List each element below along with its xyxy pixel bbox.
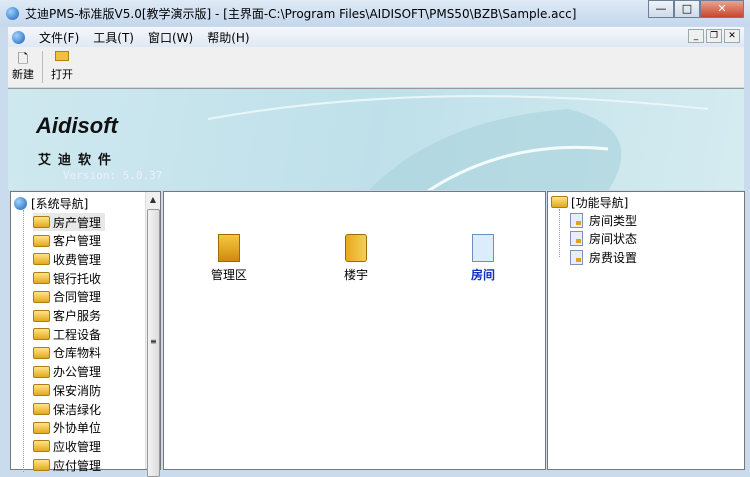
new-label: 新建 [12,68,34,81]
folder-icon [33,234,50,247]
folder-icon [33,459,50,472]
menu-window[interactable]: 窗口(W) [148,29,193,46]
building-icon [345,234,367,262]
document-icon [570,231,583,246]
window-title: 艾迪PMS-标准版V5.0[教学演示版] - [主界面-C:\Program F… [25,6,577,21]
mdi-minimize-button[interactable]: _ [688,29,704,43]
folder-icon [33,403,50,415]
tree-item-label: 保安消防 [53,383,102,398]
folder-icon [33,328,50,341]
room-icon-button[interactable]: 房间 [448,234,518,283]
tree-item-label: 仓库物料 [53,346,102,361]
tree-item-label: 房间类型 [589,213,638,228]
tree-item[interactable]: 办公管理 [33,363,105,381]
toolbar: 🗋 新建 打开 [8,47,744,87]
tree-item[interactable]: 房间类型 [570,211,637,229]
tree-root-system-nav[interactable]: [系统导航] [14,194,88,212]
tree-root-label: [系统导航] [31,196,89,211]
menu-bar: 文件(F) 工具(T) 窗口(W) 帮助(H) _ ❐ ✕ [8,27,744,47]
open-button[interactable]: 打开 [47,47,77,87]
tree-item[interactable]: 应收管理 [33,437,105,455]
tree-item[interactable]: 仓库物料 [33,344,105,362]
tree-item-label: 办公管理 [53,365,102,380]
tree-item-label: 房间状态 [589,232,638,246]
tree-item[interactable]: 房费设置 [570,248,637,266]
tree-item[interactable]: 房间状态 [570,230,637,248]
tree-item-label: 房产管理 [53,215,102,230]
tree-item[interactable]: 合同管理 [33,288,105,306]
tree-item-label: 应收管理 [53,439,102,454]
tree-item-label: 银行托收 [53,271,102,286]
function-nav-tree: [功能导航] 房间类型房间状态房费设置 [547,191,745,470]
tree-item-label: 收费管理 [53,252,102,267]
menu-help[interactable]: 帮助(H) [207,29,249,46]
tree-item[interactable]: 银行托收 [33,269,105,287]
tree-item[interactable]: 应付管理 [33,456,105,474]
folder-icon [33,272,50,285]
tree-item[interactable]: 保洁绿化 [33,400,105,418]
tree-item-label: 客户服务 [53,309,102,323]
scroll-grip-icon: ≡ [150,337,157,346]
banner-logo: Aidisoft [36,113,118,138]
open-folder-icon [47,50,77,66]
nav-globe-icon [14,196,27,210]
folder-icon [33,309,50,322]
tree-item-label: 外协单位 [53,421,102,436]
scroll-up-arrow[interactable]: ▲ [146,192,160,208]
building-icon-button[interactable]: 楼宇 [321,234,391,283]
folder-icon [551,196,568,208]
folder-icon [33,440,50,453]
management-zone-icon-button[interactable]: 管理区 [194,234,264,283]
tree-item[interactable]: 客户服务 [33,307,105,325]
tree-item[interactable]: 房产管理 [33,213,106,231]
tree-item[interactable]: 工程设备 [33,325,105,343]
maximize-button[interactable]: □ [674,0,700,18]
tree-item[interactable]: 收费管理 [33,250,105,268]
folder-icon [33,290,50,303]
menu-tools[interactable]: 工具(T) [93,29,134,46]
folder-icon [33,365,50,378]
tree-item-label: 应付管理 [53,458,102,473]
folder-icon [33,253,50,266]
tree-item[interactable]: 外协单位 [33,419,105,437]
banner-cn-name: 艾迪软件 [38,153,119,168]
menu-file[interactable]: 文件(F) [39,29,79,46]
tree-item[interactable]: 保安消防 [33,381,105,399]
document-icon [472,234,494,262]
tree-item-label: 房费设置 [589,250,638,265]
folder-icon [33,346,50,359]
open-label: 打开 [51,68,73,81]
folder-icon [33,384,50,397]
document-icon [570,249,583,265]
minimize-button[interactable]: — [648,0,674,18]
mdi-restore-button[interactable]: ❐ [706,29,722,43]
banner-version: Version: 5.0.37 [63,169,163,182]
mdi-close-button[interactable]: ✕ [724,29,740,43]
doc-icon[interactable] [12,30,25,44]
zone-icon [218,234,240,262]
icon-label: 房间 [470,268,495,282]
new-button[interactable]: 🗋 新建 [8,47,38,87]
title-bar: 艾迪PMS-标准版V5.0[教学演示版] - [主界面-C:\Program F… [0,0,750,26]
banner: Aidisoft 艾迪软件 Version: 5.0.37 [8,88,744,190]
tree-root-label: [功能导航] [571,195,629,210]
close-button[interactable]: ✕ [700,0,744,18]
system-nav-tree: [系统导航] 房产管理客户管理收费管理银行托收合同管理客户服务工程设备仓库物料办公… [10,191,161,477]
document-icon [570,212,583,228]
tree-item-label: 合同管理 [53,290,102,305]
tree-root-function-nav[interactable]: [功能导航] [551,193,628,211]
folder-icon [33,216,50,228]
new-file-icon: 🗋 [17,52,29,67]
tree-item-label: 客户管理 [53,234,102,249]
app-icon [6,6,19,20]
function-area: 管理区 楼宇 房间 [163,191,546,470]
tree-item-label: 保洁绿化 [53,402,102,417]
toolbar-separator [42,51,43,83]
icon-label: 管理区 [210,268,247,282]
folder-icon [33,421,50,434]
tree-item-label: 工程设备 [53,327,102,342]
vertical-scrollbar[interactable]: ▲ ≡ [145,192,160,477]
tree-item[interactable]: 客户管理 [33,232,105,250]
icon-label: 楼宇 [343,268,368,282]
